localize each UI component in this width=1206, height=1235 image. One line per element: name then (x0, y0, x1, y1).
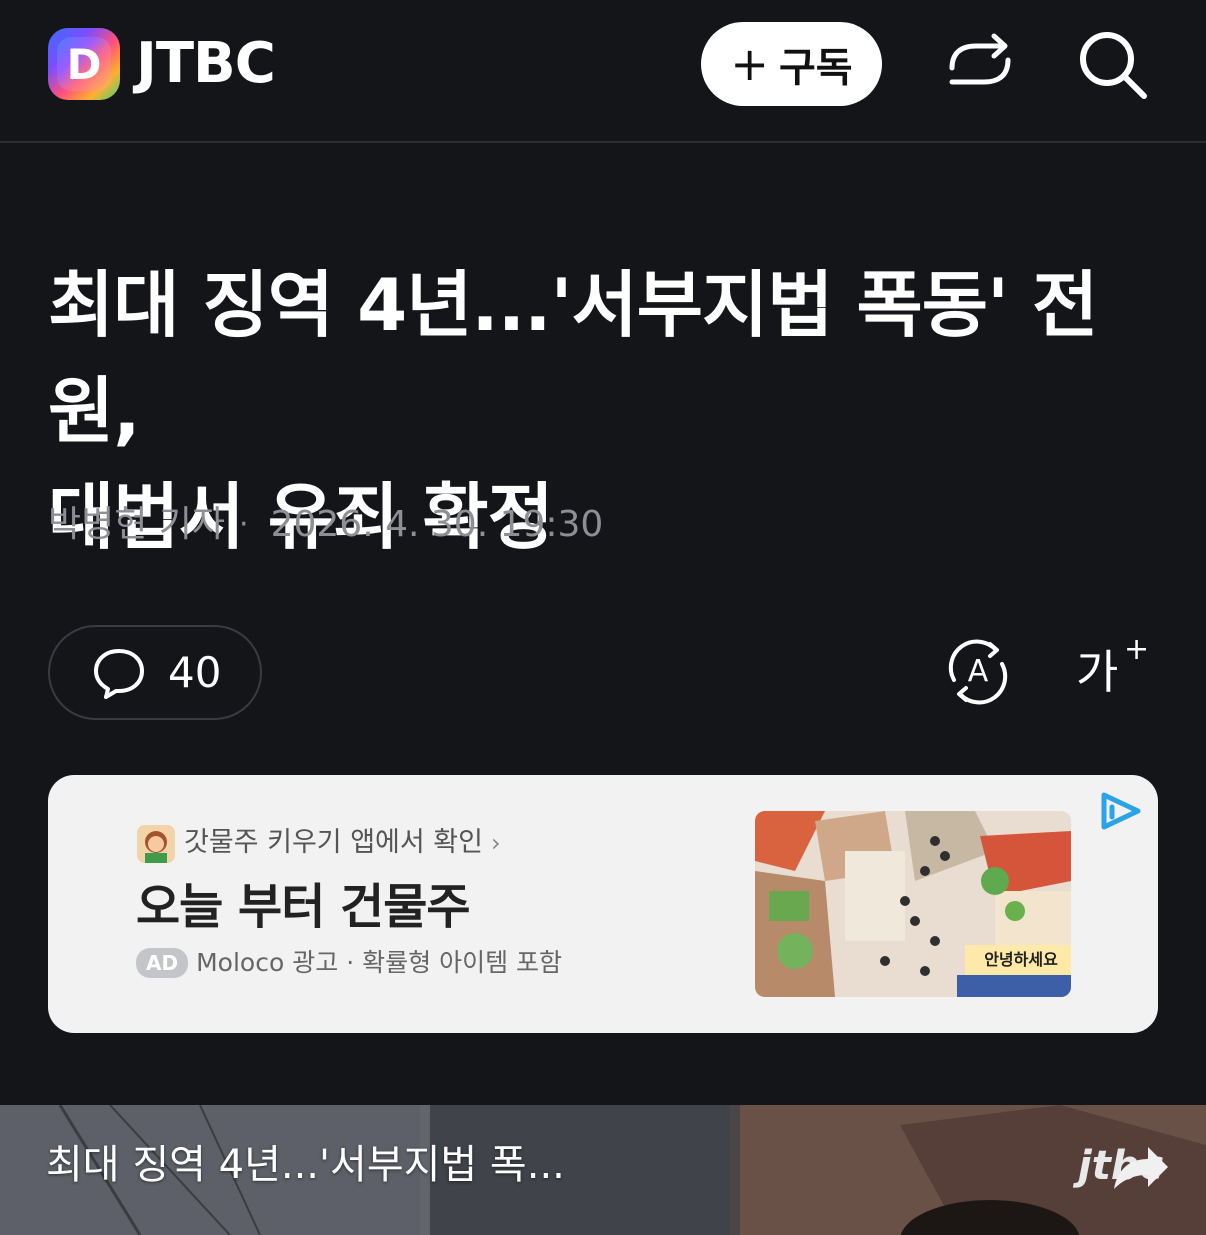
comment-count: 40 (168, 648, 222, 697)
ad-card[interactable]: 갓물주 키우기 앱에서 확인 › 오늘 부터 건물주 AD Moloco 광고 … (48, 775, 1158, 1033)
subscribe-button[interactable]: + 구독 (701, 22, 882, 106)
ad-app-name: 갓물주 키우기 앱에서 확인 (184, 827, 483, 858)
svg-text:A: A (968, 654, 989, 689)
font-size-icon[interactable]: 가 + (1074, 632, 1150, 704)
logo-letter: D (57, 37, 111, 91)
article-title-line-1: 최대 징역 4년...'서부지법 폭동' 전원, (48, 263, 1098, 453)
publish-date: 2026. 4. 30. 19:30 (270, 504, 604, 545)
ad-info-separator: · (346, 948, 355, 977)
comment-bubble-icon (94, 648, 144, 699)
article-page: D JTBC + 구독 최대 징역 4년...'서부지법 폭동' 전원, 대법서… (0, 0, 1206, 1235)
top-header: D JTBC + 구독 (0, 0, 1206, 143)
ad-app-link[interactable]: 갓물주 키우기 앱에서 확인 › (184, 823, 501, 863)
ad-disclaimer: 확률형 아이템 포함 (362, 948, 563, 977)
plus-icon: + (730, 37, 769, 91)
meta-separator: · (239, 507, 249, 542)
article-meta: 박병현 기자 · 2026. 4. 30. 19:30 (48, 500, 603, 550)
channel-name[interactable]: JTBC (136, 30, 276, 98)
author-name[interactable]: 박병현 기자 (48, 500, 225, 550)
ad-choices-icon[interactable] (1098, 787, 1146, 835)
video-title: 최대 징역 4년...'서부지법 폭... (46, 1142, 565, 1188)
video-player-preview[interactable]: 최대 징역 4년...'서부지법 폭... jtbc (0, 1105, 1206, 1235)
ad-image[interactable]: 안녕하세요 (755, 811, 1071, 997)
chevron-right-icon: › (491, 829, 501, 857)
share-icon[interactable] (944, 28, 1016, 100)
video-share-icon[interactable] (1110, 1139, 1172, 1195)
comment-button[interactable]: 40 (48, 625, 262, 720)
plus-icon: + (1124, 632, 1150, 667)
search-icon[interactable] (1076, 28, 1148, 100)
subscribe-label: 구독 (778, 45, 853, 91)
daum-logo-icon[interactable]: D (48, 28, 120, 100)
translate-icon[interactable]: A (944, 638, 1012, 706)
ad-badge: AD (136, 948, 189, 978)
ad-advertiser: Moloco 광고 (196, 948, 339, 977)
font-size-label: 가 (1076, 645, 1119, 699)
ad-info: AD Moloco 광고 · 확률형 아이템 포함 (136, 943, 562, 983)
ad-headline[interactable]: 오늘 부터 건물주 (136, 875, 471, 939)
ad-image-sign: 안녕하세요 (984, 950, 1058, 969)
game-app-icon (137, 825, 175, 863)
